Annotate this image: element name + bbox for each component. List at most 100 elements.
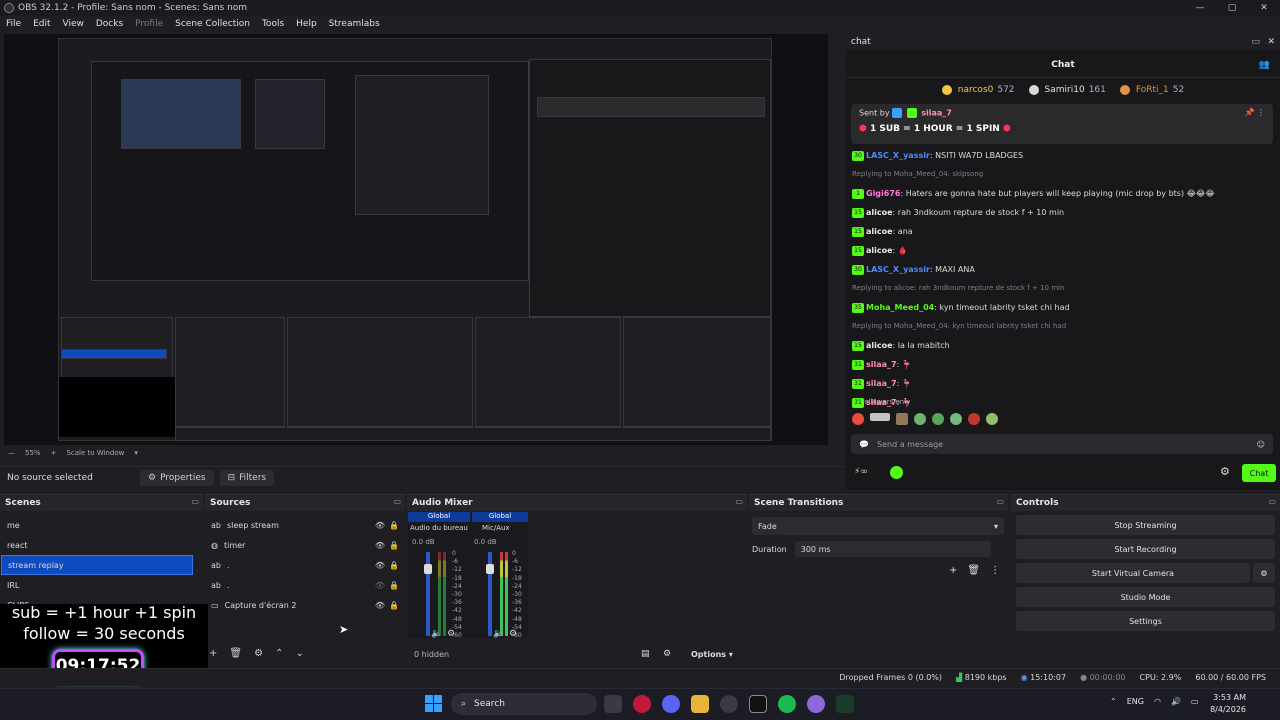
kick-logo-icon[interactable] <box>890 466 903 479</box>
obs-icon[interactable] <box>720 695 738 713</box>
chat-username[interactable]: alicoe <box>866 208 893 217</box>
chat-send-button[interactable]: Chat <box>1242 464 1276 482</box>
undock-icon[interactable]: ▭ <box>393 497 401 506</box>
leaderboard-entry[interactable]: narcos0 572 <box>941 85 1015 95</box>
chat-username[interactable]: alicoe <box>866 227 893 236</box>
taskbar-search[interactable]: ⌕ Search <box>451 693 597 715</box>
undock-icon[interactable]: ▭ <box>735 497 743 506</box>
emote-icon[interactable] <box>870 413 890 421</box>
virtual-camera-settings-icon[interactable]: ⚙ <box>1253 563 1275 583</box>
source-item[interactable]: ab . 👁 🔒 <box>205 575 405 595</box>
browser-icon[interactable] <box>807 695 825 713</box>
transition-select[interactable]: Fade ▾ <box>752 517 1004 535</box>
chat-username[interactable]: alicoe <box>866 246 893 255</box>
more-options-icon[interactable]: ⋮ <box>990 565 1000 576</box>
add-source-icon[interactable]: + <box>209 648 217 659</box>
layout-icon[interactable]: ▤ <box>641 649 650 659</box>
lock-icon[interactable]: 🔒 <box>389 521 399 530</box>
discord-icon[interactable] <box>662 695 680 713</box>
start-virtual-camera-button[interactable]: Start Virtual Camera <box>1016 563 1250 583</box>
emote-bar[interactable] <box>852 413 1042 427</box>
taskbar-clock[interactable]: 3:53 AM 8/4/2026 <box>1210 692 1246 716</box>
duration-spinbox[interactable]: 300 ms <box>794 541 991 557</box>
battery-icon[interactable]: ▭ <box>1191 697 1199 706</box>
windows-start-icon[interactable] <box>425 695 442 712</box>
chat-message[interactable]: 15 alicoe: rah 3ndkoum repture de stock f… <box>852 203 1276 222</box>
filters-button[interactable]: ⊟ Filters <box>219 469 275 486</box>
chevron-down-icon[interactable]: ▾ <box>134 449 138 457</box>
scene-item-me[interactable]: me <box>1 515 193 535</box>
chat-settings-icon[interactable]: ⚙ <box>1220 465 1230 478</box>
scene-item-react[interactable]: react <box>1 535 193 555</box>
settings-button[interactable]: Settings <box>1016 611 1275 631</box>
chat-username[interactable]: silaa_7 <box>866 379 897 388</box>
emote-icon[interactable] <box>950 413 962 425</box>
chat-message[interactable]: 31 silaa_7: 🦩 <box>852 355 1276 374</box>
menu-docks[interactable]: Docks <box>90 19 129 29</box>
chat-username[interactable]: LASC_X_yassir <box>866 265 930 274</box>
lock-icon[interactable]: 🔒 <box>389 541 399 550</box>
remove-transition-icon[interactable]: 🗑 <box>967 565 980 576</box>
lock-icon[interactable]: 🔒 <box>389 561 399 570</box>
chat-username[interactable]: Gigi676 <box>866 189 900 198</box>
emoji-icon[interactable]: ☺ <box>1257 440 1265 449</box>
emote-icon[interactable] <box>932 413 944 425</box>
pin-icon[interactable]: 📌 ⋮ <box>1244 108 1265 117</box>
user-settings-icon[interactable]: 👥 <box>1259 60 1270 70</box>
chat-message[interactable]: 30 LASC_X_yassir: NSITI WA7D LBADGES <box>852 146 1276 165</box>
menu-help[interactable]: Help <box>290 19 323 29</box>
emote-icon[interactable] <box>896 413 908 425</box>
leaderboard-entry[interactable]: Samiri10 161 <box>1028 85 1106 95</box>
visibility-eye-icon[interactable]: 👁 <box>375 521 385 530</box>
source-item[interactable]: ab . 👁 🔒 <box>205 555 405 575</box>
close-button[interactable]: ✕ <box>1248 0 1280 16</box>
chat-messages[interactable]: 30 LASC_X_yassir: NSITI WA7D LBADGES Reply… <box>852 146 1276 426</box>
terminal-icon[interactable] <box>836 695 854 713</box>
close-dock-icon[interactable]: ✕ <box>1267 37 1275 47</box>
chat-message[interactable]: 15 alicoe: ana <box>852 222 1276 241</box>
menu-edit[interactable]: Edit <box>27 19 56 29</box>
chat-username[interactable]: silaa_7 <box>866 360 897 369</box>
chat-username[interactable]: alicoe <box>866 341 893 350</box>
visibility-eye-icon[interactable]: 👁 <box>375 541 385 550</box>
zoom-out-icon[interactable]: — <box>8 449 15 457</box>
remove-source-icon[interactable]: 🗑 <box>229 648 242 659</box>
tools-icon[interactable]: ⚡∞ <box>854 467 868 477</box>
minimize-button[interactable]: — <box>1184 0 1216 16</box>
move-up-icon[interactable]: ⌃ <box>275 648 283 659</box>
volume-slider-handle[interactable] <box>486 564 494 574</box>
scale-mode-select[interactable]: Scale to Window <box>66 449 124 457</box>
add-transition-icon[interactable]: + <box>949 565 957 576</box>
speaker-icon[interactable]: 🔈 <box>493 629 504 639</box>
speaker-icon[interactable]: 🔈 <box>431 629 442 639</box>
capcut-icon[interactable] <box>749 695 767 713</box>
opera-icon[interactable] <box>633 695 651 713</box>
lang-indicator[interactable]: ENG <box>1127 697 1144 706</box>
channel-settings-icon[interactable]: ⚙ <box>447 629 455 639</box>
channel-settings-icon[interactable]: ⚙ <box>509 629 517 639</box>
chat-message-input[interactable]: 💬 Send a message ☺ <box>851 434 1273 454</box>
wifi-icon[interactable]: ◠ <box>1154 697 1161 706</box>
menu-file[interactable]: File <box>0 19 27 29</box>
source-list[interactable]: ab sleep stream 👁 🔒 ◍ timer 👁 🔒 ab . 👁 🔒… <box>205 515 405 615</box>
chat-message[interactable]: 31 silaa_7: 🦩 <box>852 374 1276 393</box>
scene-item-irl[interactable]: IRL <box>1 575 193 595</box>
maximize-button[interactable]: ▢ <box>1216 0 1248 16</box>
scene-item-stream-replay[interactable]: stream replay <box>1 555 193 575</box>
undock-icon[interactable]: ▭ <box>996 497 1004 506</box>
source-item[interactable]: ◍ timer 👁 🔒 <box>205 535 405 555</box>
studio-mode-button[interactable]: Studio Mode <box>1016 587 1275 607</box>
source-settings-icon[interactable]: ⚙ <box>254 648 263 659</box>
emote-icon[interactable] <box>852 413 864 425</box>
chevron-up-icon[interactable]: ⌃ <box>1110 697 1117 706</box>
chat-message[interactable]: 30 LASC_X_yassir: MAXI ANA <box>852 260 1276 279</box>
menu-view[interactable]: View <box>57 19 90 29</box>
advanced-audio-icon[interactable]: ⚙ <box>663 649 671 659</box>
volume-slider-handle[interactable] <box>424 564 432 574</box>
spotify-icon[interactable] <box>778 695 796 713</box>
source-item[interactable]: ab sleep stream 👁 🔒 <box>205 515 405 535</box>
visibility-eye-icon[interactable]: 👁 <box>375 561 385 570</box>
source-item[interactable]: ▭ Capture d'écran 2 👁 🔒 <box>205 595 405 615</box>
undock-icon[interactable]: ▭ <box>191 497 199 506</box>
visibility-eye-icon[interactable]: 👁 <box>375 601 385 610</box>
